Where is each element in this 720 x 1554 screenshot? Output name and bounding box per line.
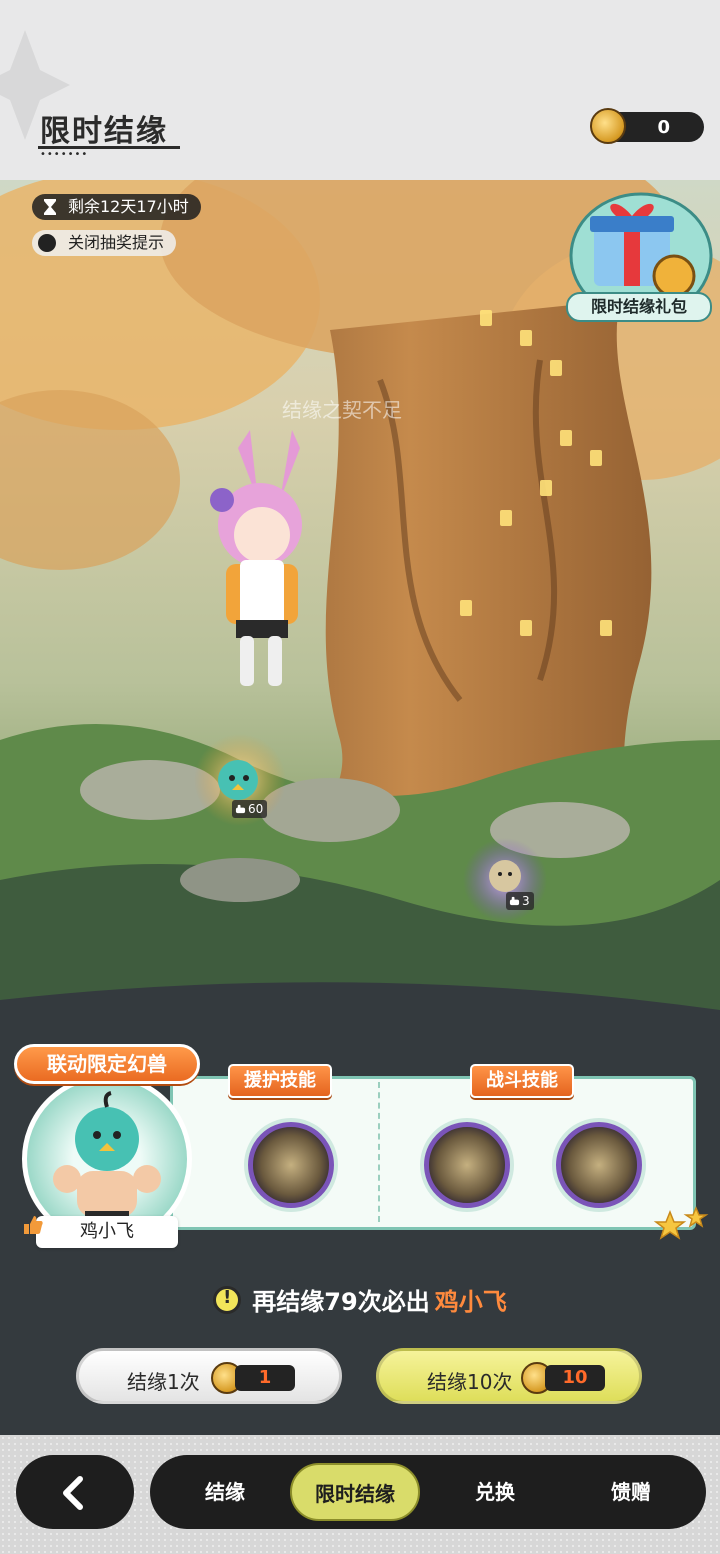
tab-gift[interactable]: 馈赠 [566, 1463, 696, 1521]
pet-affinity-badge: 3 [506, 892, 534, 910]
pet-affinity-badge: 60 [232, 800, 268, 818]
toggle-draw-hint[interactable]: 关闭抽奖提示 [32, 230, 177, 256]
hourglass-icon [44, 199, 56, 215]
battle-skill-fist-icon[interactable] [424, 1122, 510, 1208]
exclamation-icon [213, 1285, 242, 1314]
beast-avatar-icon [53, 1091, 161, 1225]
thumbs-up-icon [24, 1216, 43, 1234]
battle-skill-shield-icon[interactable] [556, 1122, 642, 1208]
currency-counter[interactable]: 0 [590, 108, 704, 144]
insufficient-hint: 结缘之契不足 [282, 398, 402, 422]
gift-pack-label[interactable]: 限时结缘礼包 [566, 292, 712, 322]
tab-bar: 结缘 限时结缘 兑换 馈赠 [150, 1455, 706, 1529]
timer-text: 剩余12天17小时 [68, 197, 189, 216]
draw-once-label: 结缘1次 [127, 1370, 200, 1394]
page-title: 限时结缘 [40, 114, 168, 149]
support-skill-title: 援护技能 [228, 1064, 332, 1098]
tab-bond[interactable]: 结缘 [160, 1463, 290, 1521]
toggle-text: 关闭抽奖提示 [68, 233, 165, 252]
back-button[interactable] [16, 1455, 134, 1529]
pity-beast-name: 鸡小飞 [434, 1288, 507, 1316]
limited-beast-tag: 联动限定幻兽 [14, 1044, 200, 1084]
currency-value: 0 [657, 117, 670, 138]
pet-affinity-value: 60 [248, 802, 264, 816]
check-circle-icon [38, 234, 56, 252]
draw-once-cost: 1 [235, 1365, 295, 1391]
tab-limited-bond[interactable]: 限时结缘 [290, 1463, 420, 1521]
support-skill-icon[interactable] [248, 1122, 334, 1208]
hand-icon [235, 804, 246, 814]
title-dots: ••••••• [40, 149, 89, 160]
pity-text: 再结缘79次必出 [252, 1288, 430, 1316]
beast-name: 鸡小飞 [36, 1216, 178, 1248]
character-sprite [210, 430, 302, 686]
paw-coin-icon [590, 108, 626, 144]
hand-icon [509, 896, 520, 906]
timer-badge: 剩余12天17小时 [32, 194, 201, 220]
battle-skill-title: 战斗技能 [470, 1064, 574, 1098]
draw-ten-cost: 10 [545, 1365, 605, 1391]
tab-exchange[interactable]: 兑换 [430, 1463, 560, 1521]
beast-panel: 联动限定幻兽 鸡小飞 援护技能 战斗技能 [0, 1040, 720, 1248]
header: 限时结缘 ••••••• 0 [0, 0, 720, 180]
stars-icon [653, 1206, 709, 1240]
draw-once-button[interactable]: 结缘1次 1 [76, 1348, 342, 1404]
bottom-bar: 结缘 限时结缘 兑换 馈赠 [0, 1435, 720, 1554]
pity-notice: 再结缘79次必出 鸡小飞 [0, 1282, 720, 1322]
draw-ten-label: 结缘10次 [427, 1370, 513, 1394]
chevron-left-icon [63, 1476, 83, 1510]
panel-divider [378, 1082, 380, 1222]
draw-ten-button[interactable]: 结缘10次 10 [376, 1348, 642, 1404]
pet-affinity-value: 3 [522, 894, 530, 908]
